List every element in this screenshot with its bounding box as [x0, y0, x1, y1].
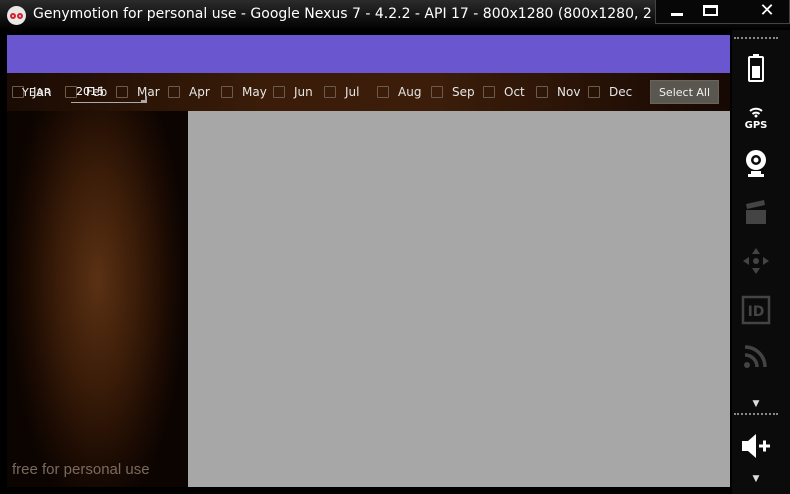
maximize-icon: [703, 5, 718, 16]
month-checkbox-jul[interactable]: Jul: [324, 84, 359, 100]
month-label: Dec: [609, 85, 633, 99]
close-icon: ✕: [759, 0, 775, 21]
toolbar-scroll-down-button[interactable]: ▼: [751, 400, 761, 409]
month-label: Oct: [504, 85, 525, 99]
month-checkbox-aug[interactable]: Aug: [377, 84, 421, 100]
checkbox-icon: [377, 86, 389, 98]
close-button[interactable]: ✕: [744, 0, 790, 24]
toolbar-divider: [734, 413, 778, 415]
year-input[interactable]: 2015: [71, 79, 147, 103]
checkbox-icon: [324, 86, 336, 98]
select-all-button[interactable]: Select All: [650, 80, 719, 104]
toolbar-scroll-more-button[interactable]: ▼: [751, 475, 761, 484]
device-id-button[interactable]: ID: [738, 292, 774, 328]
battery-button[interactable]: [738, 50, 774, 86]
minimize-button[interactable]: [660, 0, 700, 24]
month-checkbox-apr[interactable]: Apr: [168, 84, 210, 100]
webcam-icon: [746, 150, 766, 177]
genymotion-logo-icon: [7, 6, 26, 25]
gps-button[interactable]: GPS: [738, 98, 774, 134]
year-label: YEAR: [22, 86, 52, 99]
volume-up-icon: [742, 434, 770, 458]
checkbox-icon: [431, 86, 443, 98]
maximize-button[interactable]: [696, 0, 736, 24]
month-label: Aug: [398, 85, 422, 99]
window-titlebar: Genymotion for personal use - Google Nex…: [0, 0, 790, 30]
battery-icon: [748, 54, 764, 82]
toolbar-divider: [734, 37, 778, 39]
month-label: Jun: [294, 85, 313, 99]
month-checkbox-oct[interactable]: Oct: [483, 84, 525, 100]
content-panel: [188, 111, 730, 487]
month-checkbox-nov[interactable]: Nov: [536, 84, 580, 100]
window-title: Genymotion for personal use - Google Nex…: [33, 6, 653, 22]
genymotion-toolbar: GPS ID ▼ ▼: [732, 30, 790, 494]
id-label: ID: [748, 304, 765, 320]
left-background-panel: [7, 111, 188, 487]
volume-up-button[interactable]: [738, 428, 774, 464]
network-icon: [744, 345, 767, 368]
webcam-button[interactable]: [738, 145, 774, 181]
network-button[interactable]: [738, 338, 774, 374]
video-capture-icon: [746, 200, 766, 224]
month-label: Apr: [189, 85, 210, 99]
month-label: May: [242, 85, 267, 99]
personal-use-watermark: free for personal use: [12, 461, 150, 478]
checkbox-icon: [536, 86, 548, 98]
checkbox-icon: [168, 86, 180, 98]
year-input-underline: [71, 102, 147, 103]
checkbox-icon: [273, 86, 285, 98]
video-capture-button[interactable]: [738, 195, 774, 231]
checkbox-icon: [483, 86, 495, 98]
device-id-icon: ID: [741, 295, 771, 325]
dpad-button[interactable]: [738, 243, 774, 279]
month-label: Nov: [557, 85, 581, 99]
month-filter-bar: Jan Feb Mar Apr May Jun Jul Aug Sep Oct …: [7, 73, 730, 111]
device-screen: Jan Feb Mar Apr May Jun Jul Aug Sep Oct …: [7, 35, 730, 487]
gps-label: GPS: [745, 120, 768, 130]
month-label: Sep: [452, 85, 475, 99]
month-checkbox-dec[interactable]: Dec: [588, 84, 632, 100]
minimize-icon: [671, 13, 683, 16]
checkbox-icon: [588, 86, 600, 98]
gps-icon: GPS: [745, 107, 768, 130]
month-checkbox-sep[interactable]: Sep: [431, 84, 475, 100]
dpad-icon: [743, 248, 769, 274]
month-checkbox-may[interactable]: May: [221, 84, 267, 100]
checkbox-icon: [221, 86, 233, 98]
window-controls: ✕: [655, 0, 790, 24]
month-checkbox-jun[interactable]: Jun: [273, 84, 313, 100]
month-label: Jul: [345, 85, 360, 99]
app-action-bar: [7, 35, 730, 73]
year-input-corner: [141, 96, 147, 102]
